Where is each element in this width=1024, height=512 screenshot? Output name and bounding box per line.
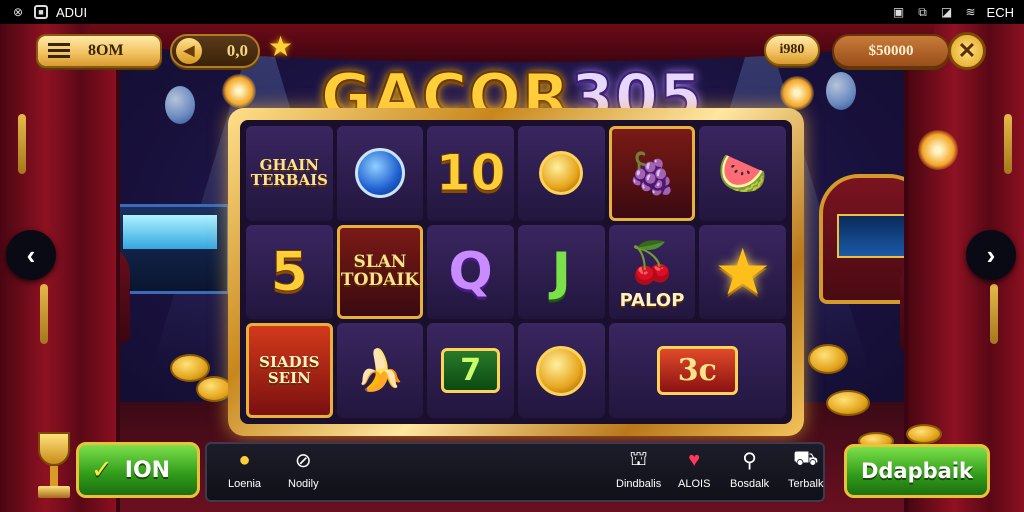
reel-cell: 🍇 <box>608 126 696 221</box>
check-icon: ✓ <box>91 455 113 485</box>
gold-coin <box>808 344 848 374</box>
reel-cell <box>336 126 424 221</box>
nav-item-alois[interactable]: ♥ ALOIS <box>678 446 711 491</box>
status-time: ECH <box>986 4 1014 20</box>
no-signal-icon: ◪ <box>940 5 953 19</box>
cart-icon: ⛟ <box>793 447 819 470</box>
nav-label: Terbalk <box>788 478 824 490</box>
watermelon-icon: 🍉 <box>717 151 768 196</box>
nav-label: Bosdalk <box>730 478 770 490</box>
nav-item-terbalk[interactable]: ⛟ Terbalk <box>788 446 824 491</box>
tassel <box>990 284 998 344</box>
status-app-name: ADUI <box>56 4 88 20</box>
wall-lamp <box>918 130 958 170</box>
trophy-icon <box>34 432 74 502</box>
nav-label: Loenia <box>228 478 262 490</box>
gold-coin <box>196 376 232 402</box>
chevron-right-icon: › <box>986 239 996 270</box>
reel-cell: SLAN TODAIK <box>336 224 424 320</box>
reel-cell: 🍌 <box>336 323 424 418</box>
reel-cell: GHAIN TERBAIS <box>246 126 333 221</box>
nav-label: ALOIS <box>678 478 711 490</box>
reel-cell: SIADIS SEIN <box>246 323 333 418</box>
symbol-text: SLAN TODAIK <box>340 252 420 290</box>
notification-icon: ⊗ <box>12 5 24 19</box>
previous-arrow-button[interactable]: ‹ <box>6 230 56 280</box>
reel-cell <box>517 126 605 221</box>
reel-cell: ★ <box>699 224 786 320</box>
reel-cell: 🍒 PALOP <box>608 224 696 320</box>
symbol-five: 5 <box>270 240 309 304</box>
symbol-text: GHAIN TERBAIS <box>250 155 328 190</box>
slot-reels[interactable]: GHAIN TERBAIS 10 🍇 🍉 5 SLAN TODAIK Q J 🍒… <box>240 120 792 424</box>
fruit-basket-icon: 🍒 <box>627 241 677 286</box>
reel-cell: Q <box>427 224 514 320</box>
reel-cell: 5 <box>246 224 333 320</box>
menu-icon <box>48 43 70 59</box>
nav-item-nodily[interactable]: ⊘ Nodily <box>288 446 319 491</box>
bell-icon: ⛫ <box>629 447 648 470</box>
location-pin-icon: ⚲ <box>742 449 757 472</box>
reel-cell: 3c <box>608 323 786 418</box>
menu-value: 8OM <box>88 42 124 59</box>
nav-item-loenia[interactable]: ● Loenia <box>228 446 262 491</box>
reel-cell <box>517 323 605 418</box>
next-arrow-button[interactable]: › <box>966 230 1016 280</box>
balance-value: $50000 <box>868 42 914 59</box>
symbol-ten: 10 <box>435 144 506 203</box>
compass-icon: ⊘ <box>294 449 312 472</box>
reel-cell: 🍉 <box>699 126 786 221</box>
star-icon[interactable]: ★ <box>268 30 293 63</box>
symbol-text: SIADIS SEIN <box>259 352 320 387</box>
coins-value: i980 <box>779 42 805 57</box>
win-button-label: ION <box>124 457 171 483</box>
gold-coin <box>826 390 870 416</box>
nav-label: Dindbalis <box>616 478 662 490</box>
badge-icon: ● <box>238 448 251 471</box>
download-button-label: Ddapbaik <box>860 459 974 483</box>
wifi-icon: ≋ <box>965 5 976 19</box>
symbol-j: J <box>551 241 571 302</box>
heart-icon: ♥ <box>688 448 701 471</box>
download-button[interactable]: Ddapbaik <box>844 444 990 498</box>
symbol-text: PALOP <box>619 290 685 312</box>
blue-gem-icon <box>354 148 405 199</box>
reel-cell: J <box>517 224 605 320</box>
gold-coin-icon <box>536 345 587 396</box>
app-badge-icon: ■ <box>34 5 48 19</box>
fruit-bowl-icon: 🍇 <box>627 151 677 196</box>
photo-icon: ▣ <box>892 5 905 19</box>
tassel <box>40 284 48 344</box>
symbol-seven: 7 <box>441 348 501 394</box>
symbol-plaque: 3c <box>656 346 738 396</box>
nav-label: Nodily <box>288 478 319 490</box>
chevron-left-icon: ‹ <box>26 239 36 270</box>
win-button[interactable]: ✓ ION <box>76 442 200 498</box>
nav-item-dindbalis[interactable]: ⛫ Dindbalis <box>616 446 662 491</box>
banana-icon: 🍌 <box>355 349 405 394</box>
star-symbol-icon: ★ <box>713 235 772 308</box>
gold-coin <box>906 424 942 444</box>
nav-item-bosdalk[interactable]: ⚲ Bosdalk <box>730 446 770 491</box>
score-value: 0,0 <box>226 41 248 60</box>
status-bar: ⊗ ■ ADUI ▣ ⧉ ◪ ≋ ECH <box>0 0 1024 24</box>
key-coin-icon <box>539 151 584 196</box>
screenshot-icon: ⧉ <box>918 4 927 19</box>
reel-cell: 7 <box>427 323 514 418</box>
symbol-q: Q <box>448 241 493 302</box>
reel-cell: 10 <box>427 126 514 221</box>
slot-reel-frame: GHAIN TERBAIS 10 🍇 🍉 5 SLAN TODAIK Q J 🍒… <box>228 108 804 436</box>
